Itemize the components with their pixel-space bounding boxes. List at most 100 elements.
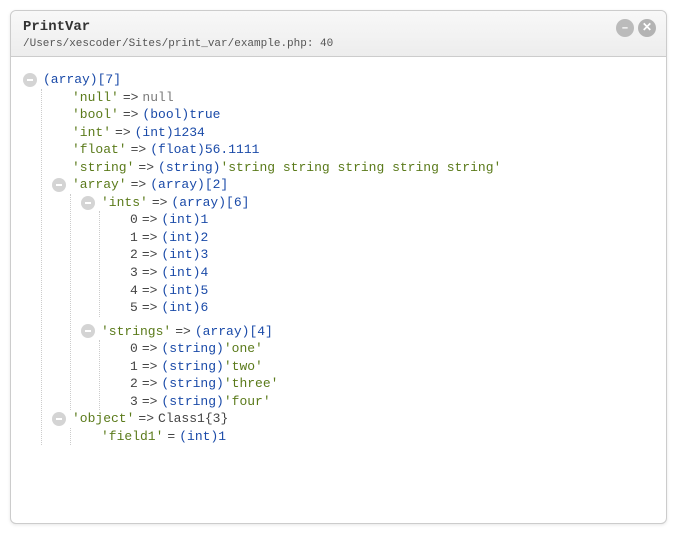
tree-row: 2=>(int)3 xyxy=(110,246,654,264)
class-label: Class1 xyxy=(158,410,205,428)
type-label: (string) xyxy=(161,393,223,411)
strings-children: 0=>(string)'one' 1=>(string)'two' 2=>(st… xyxy=(99,340,654,410)
index-label: 2 xyxy=(130,375,138,393)
type-label: (array) xyxy=(150,176,205,194)
value-label: null xyxy=(142,89,173,107)
ints-node: 'ints' => (array)[6] 0=>(int)1 1=>(int)2… xyxy=(81,194,654,317)
value-label: 'three' xyxy=(224,375,279,393)
collapse-icon[interactable] xyxy=(81,324,95,338)
index-label: 3 xyxy=(130,264,138,282)
panel-title: PrintVar xyxy=(23,19,654,35)
count-label: [7] xyxy=(98,71,121,89)
index-label: 0 xyxy=(130,340,138,358)
equals-label: = xyxy=(167,428,175,446)
arrow-label: => xyxy=(142,229,158,247)
root-node: (array) [7] 'null' => null 'bool' => (bo… xyxy=(23,71,654,445)
count-label: [6] xyxy=(226,194,249,212)
value-label: 1234 xyxy=(174,124,205,142)
tree-row: 4=>(int)5 xyxy=(110,282,654,300)
count-label: {3} xyxy=(205,410,228,428)
tree-row: 'string' => (string)'string string strin… xyxy=(52,159,654,177)
key-label: 'int' xyxy=(72,124,111,142)
type-label: (int) xyxy=(161,299,200,317)
value-label: 5 xyxy=(200,282,208,300)
type-label: (string) xyxy=(158,159,220,177)
arrow-label: => xyxy=(123,106,139,124)
type-label: (float) xyxy=(150,141,205,159)
strings-node: 'strings' => (array)[4] 0=>(string)'one'… xyxy=(81,323,654,411)
arrow-label: => xyxy=(152,194,168,212)
index-label: 2 xyxy=(130,246,138,264)
arrow-label: => xyxy=(142,282,158,300)
arrow-label: => xyxy=(142,246,158,264)
object-node: 'object' => Class1{3} 'field1' = (int)1 xyxy=(52,410,654,445)
arrow-label: => xyxy=(142,264,158,282)
type-label: (bool) xyxy=(142,106,189,124)
type-label: (int) xyxy=(161,264,200,282)
tree-row: 'ints' => (array)[6] xyxy=(81,194,654,212)
key-label: 'object' xyxy=(72,410,134,428)
tree-row: 'float' => (float)56.1111 xyxy=(52,141,654,159)
index-label: 0 xyxy=(130,211,138,229)
value-label: 2 xyxy=(200,229,208,247)
key-label: 'string' xyxy=(72,159,134,177)
arrow-label: => xyxy=(142,358,158,376)
index-label: 1 xyxy=(130,358,138,376)
object-children: 'field1' = (int)1 xyxy=(70,428,654,446)
value-label: 1 xyxy=(200,211,208,229)
type-label: (int) xyxy=(135,124,174,142)
arrow-label: => xyxy=(142,340,158,358)
type-label: (string) xyxy=(161,375,223,393)
type-label: (int) xyxy=(179,428,218,446)
tree-row: 5=>(int)6 xyxy=(110,299,654,317)
collapse-icon[interactable] xyxy=(23,73,37,87)
array-children: 'ints' => (array)[6] 0=>(int)1 1=>(int)2… xyxy=(70,194,654,411)
arrow-label: => xyxy=(123,89,139,107)
value-label: 6 xyxy=(200,299,208,317)
tree-row: 'bool' => (bool)true xyxy=(52,106,654,124)
root-children: 'null' => null 'bool' => (bool)true 'int… xyxy=(41,89,654,446)
collapse-icon[interactable] xyxy=(81,196,95,210)
type-label: (int) xyxy=(161,229,200,247)
tree-row: 0=>(int)1 xyxy=(110,211,654,229)
count-label: [2] xyxy=(205,176,228,194)
arrow-label: => xyxy=(131,141,147,159)
value-label: 'string string string string string' xyxy=(220,159,501,177)
key-label: 'bool' xyxy=(72,106,119,124)
key-label: 'null' xyxy=(72,89,119,107)
minimize-button[interactable]: – xyxy=(616,19,634,37)
type-label: (string) xyxy=(161,358,223,376)
arrow-label: => xyxy=(138,410,154,428)
type-label: (int) xyxy=(161,246,200,264)
panel-header: PrintVar /Users/xescoder/Sites/print_var… xyxy=(11,11,666,57)
value-label: 'two' xyxy=(224,358,263,376)
arrow-label: => xyxy=(142,393,158,411)
arrow-label: => xyxy=(142,211,158,229)
type-label: (array) xyxy=(195,323,250,341)
tree-row: 'strings' => (array)[4] xyxy=(81,323,654,341)
type-label: (array) xyxy=(43,71,98,89)
value-label: 3 xyxy=(200,246,208,264)
ints-children: 0=>(int)1 1=>(int)2 2=>(int)3 3=>(int)4 … xyxy=(99,211,654,316)
arrow-label: => xyxy=(131,176,147,194)
close-button[interactable]: ✕ xyxy=(638,19,656,37)
type-label: (string) xyxy=(161,340,223,358)
tree-row: 'null' => null xyxy=(52,89,654,107)
arrow-label: => xyxy=(138,159,154,177)
count-label: [4] xyxy=(249,323,272,341)
tree-row: 1=>(int)2 xyxy=(110,229,654,247)
root-row: (array) [7] xyxy=(23,71,654,89)
collapse-icon[interactable] xyxy=(52,178,66,192)
value-label: 4 xyxy=(200,264,208,282)
collapse-icon[interactable] xyxy=(52,412,66,426)
key-label: 'float' xyxy=(72,141,127,159)
tree-row: 1=>(string)'two' xyxy=(110,358,654,376)
tree-row: 'field1' = (int)1 xyxy=(81,428,654,446)
array-node: 'array' => (array)[2] 'ints' => (array)[… xyxy=(52,176,654,410)
value-label: 56.1111 xyxy=(205,141,260,159)
index-label: 1 xyxy=(130,229,138,247)
arrow-label: => xyxy=(142,375,158,393)
value-label: true xyxy=(189,106,220,124)
tree-row: 'int' => (int)1234 xyxy=(52,124,654,142)
key-label: 'strings' xyxy=(101,323,171,341)
